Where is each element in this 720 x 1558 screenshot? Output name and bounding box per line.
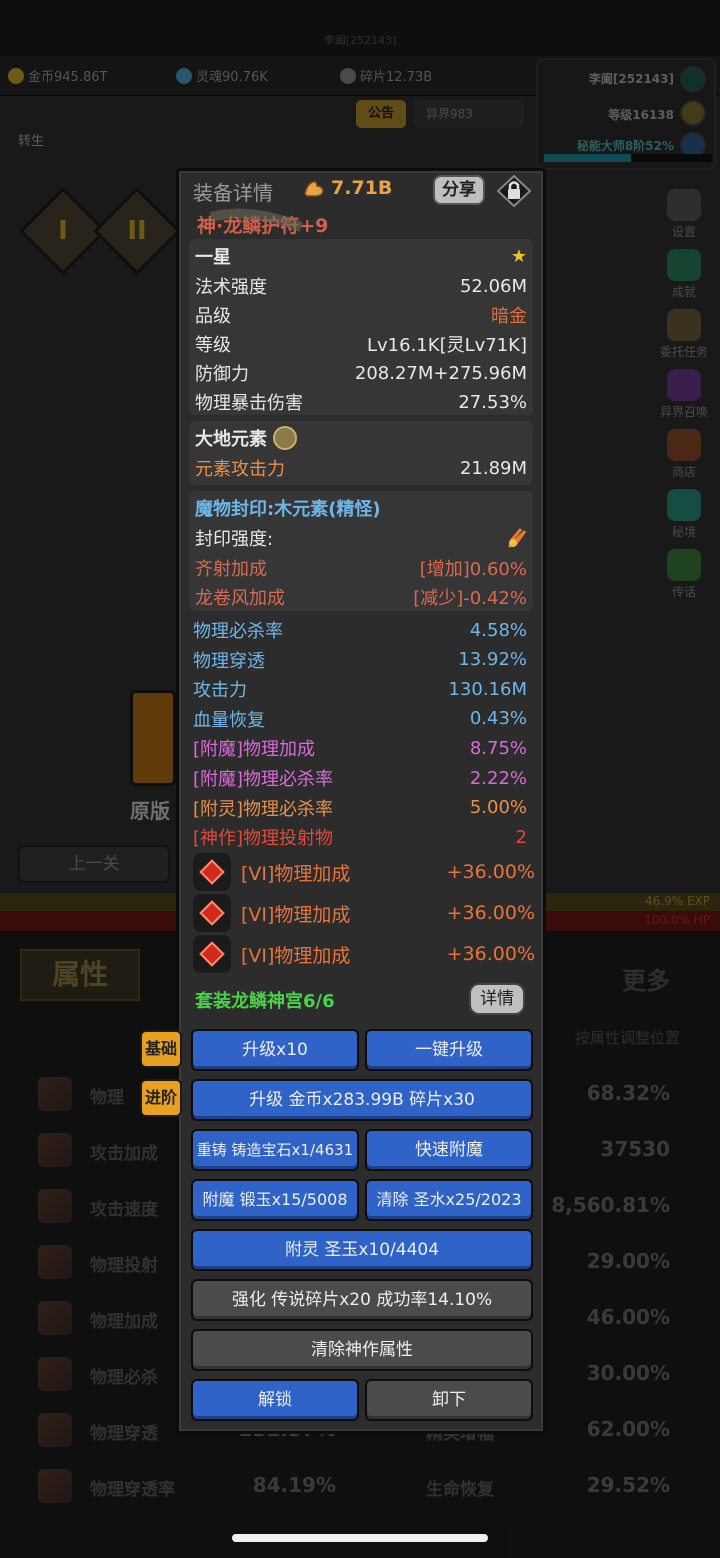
- strengthen-button[interactable]: 强化 传说碎片x20 成功率14.10%: [191, 1279, 533, 1321]
- basic-tag[interactable]: 基础: [140, 1030, 182, 1068]
- advanced-tag[interactable]: 进阶: [140, 1079, 182, 1117]
- combat-power-value: 7.71B: [331, 177, 393, 199]
- stat-row: 齐射加成 [增加]0.60%: [195, 553, 527, 583]
- element-header: 大地元素: [195, 425, 297, 451]
- gem-label: [VI]物理加成: [241, 903, 351, 926]
- stat-label: 龙卷风加成: [195, 588, 285, 609]
- element-attack-row: 元素攻击力 21.89M: [195, 453, 527, 483]
- stat-label: [附魔]物理加成: [193, 739, 316, 761]
- stat-row: 物理暴击伤害 27.53%: [195, 387, 527, 417]
- stat-value: 2: [515, 826, 527, 848]
- element-card: 大地元素 元素攻击力 21.89M: [189, 421, 533, 485]
- home-indicator-top[interactable]: [232, 1534, 488, 1542]
- stat-row: [附魔]物理必杀率 2.22%: [193, 763, 527, 793]
- star-header: 一星: [195, 247, 231, 268]
- one-click-upgrade-button[interactable]: 一键升级: [365, 1029, 533, 1071]
- seal-strength-row: 封印强度:: [195, 523, 527, 553]
- stat-value: 4.58%: [469, 619, 527, 641]
- star-row: 一星 ★: [195, 241, 527, 271]
- stat-row: 物理穿透 13.92%: [193, 645, 527, 675]
- clear-divine-button[interactable]: 清除神作属性: [191, 1329, 533, 1371]
- stat-label: 法术强度: [195, 277, 267, 298]
- stat-value: Lv16.1K[灵Lv71K]: [367, 335, 527, 356]
- stat-value: 130.16M: [448, 678, 527, 700]
- element-header-row: 大地元素: [195, 423, 527, 453]
- gem-row[interactable]: [VI]物理加成 +36.00%: [193, 935, 535, 973]
- seal-header-row: 魔物封印:木元素(精怪): [195, 493, 527, 523]
- gem-row[interactable]: [VI]物理加成 +36.00%: [193, 894, 535, 932]
- gem-row[interactable]: [VI]物理加成 +36.00%: [193, 853, 535, 891]
- stat-row: 物理必杀率 4.58%: [193, 615, 527, 645]
- stat-label: [附魔]物理必杀率: [193, 769, 334, 790]
- stat-value: 8.75%: [469, 737, 527, 759]
- set-detail-button[interactable]: 详情: [469, 983, 525, 1015]
- red-gem-icon: [193, 853, 231, 891]
- stat-row: [神作]物理投射物 2: [193, 822, 527, 852]
- stat-label: 血量恢复: [193, 709, 265, 731]
- set-bonus-label: 套装龙鳞神宫6/6: [195, 991, 335, 1012]
- recast-button[interactable]: 重铸 铸造宝石x1/4631: [191, 1129, 359, 1171]
- stat-label: 物理暴击伤害: [195, 393, 303, 414]
- unlock-button[interactable]: 解锁: [191, 1379, 359, 1421]
- stat-row: [附魔]物理加成 8.75%: [193, 733, 527, 763]
- red-gem-icon: [193, 935, 231, 973]
- stat-label: 等级: [195, 335, 231, 356]
- stat-value: 2.22%: [469, 767, 527, 789]
- base-stats-card: 一星 ★ 法术强度 52.06M 品级 暗金等级 Lv16.1K[灵Lv71K] 防御力 2…: [189, 239, 533, 415]
- gem-label: [VI]物理加成: [241, 944, 351, 967]
- equipment-detail-dialog: 装备详情 7.71B 分享 神·龙鳞护符+9 一星 ★ 法术强度 52.06M 品级…: [176, 168, 546, 1434]
- gem-value: +36.00%: [446, 943, 535, 965]
- earth-element-icon: [273, 426, 297, 450]
- upgrade-cost-button[interactable]: 升级 金币x283.99B 碎片x30: [191, 1079, 533, 1121]
- stat-row: 法术强度 52.06M: [195, 271, 527, 301]
- stat-label: 品级: [195, 306, 231, 327]
- lock-icon[interactable]: [497, 175, 531, 207]
- element-attack-value: 21.89M: [459, 457, 527, 479]
- gem-value: +36.00%: [446, 861, 535, 883]
- gem-value: +36.00%: [446, 902, 535, 924]
- stat-label: 物理必杀率: [193, 621, 283, 642]
- seal-card: 魔物封印:木元素(精怪) 封印强度: 齐射加成 [增加]0.60% 龙卷风加成 [减少…: [189, 491, 533, 611]
- seal-strength-label: 封印强度:: [195, 529, 274, 550]
- stat-value: 5.00%: [469, 797, 527, 819]
- flame-icon: [507, 528, 527, 549]
- dialog-title: 装备详情: [193, 181, 273, 205]
- star-icon: ★: [510, 245, 527, 267]
- unequip-button[interactable]: 卸下: [365, 1379, 533, 1421]
- stat-value: [增加]0.60%: [419, 559, 527, 580]
- red-gem-icon: [193, 894, 231, 932]
- stat-row: 防御力 208.27M+275.96M: [195, 358, 527, 388]
- stat-row: 血量恢复 0.43%: [193, 704, 527, 734]
- stat-row: 龙卷风加成 [减少]-0.42%: [195, 582, 527, 612]
- stat-label: 物理穿透: [193, 650, 265, 672]
- stat-value: 0.43%: [469, 708, 527, 730]
- gem-label: [VI]物理加成: [241, 862, 351, 885]
- upgrade-x10-button[interactable]: 升级x10: [191, 1029, 359, 1071]
- stat-row: 攻击力 130.16M: [193, 674, 527, 704]
- stat-value: 27.53%: [458, 391, 527, 413]
- stat-row: 等级 Lv16.1K[灵Lv71K]: [195, 329, 527, 359]
- stat-value: 13.92%: [458, 649, 527, 671]
- stat-label: 攻击力: [193, 680, 247, 702]
- clear-holy-water-button[interactable]: 清除 圣水x25/2023: [365, 1179, 533, 1221]
- stat-value: 208.27M+275.96M: [354, 362, 527, 384]
- stat-label: 防御力: [195, 364, 249, 385]
- stat-label: 齐射加成: [195, 559, 267, 580]
- stat-row: [附灵]物理必杀率 5.00%: [193, 793, 527, 823]
- stat-value: 暗金: [491, 306, 527, 327]
- enchant-button[interactable]: 附魔 锻玉x15/5008: [191, 1179, 359, 1221]
- stat-row: 品级 暗金: [195, 300, 527, 330]
- quick-enchant-button[interactable]: 快速附魔: [365, 1129, 533, 1171]
- element-header-label: 大地元素: [195, 429, 267, 450]
- flexed-arm-icon: [304, 181, 324, 197]
- spirit-bind-button[interactable]: 附灵 圣玉x10/4404: [191, 1229, 533, 1271]
- seal-header: 魔物封印:木元素(精怪): [195, 499, 381, 520]
- stat-label: [附灵]物理必杀率: [193, 798, 334, 820]
- share-button[interactable]: 分享: [433, 175, 485, 205]
- stat-label: [神作]物理投射物: [193, 828, 334, 850]
- stat-value: [减少]-0.42%: [413, 588, 527, 609]
- combat-power: 7.71B: [303, 177, 392, 199]
- element-attack-label: 元素攻击力: [195, 459, 285, 480]
- stat-value: 52.06M: [459, 275, 527, 297]
